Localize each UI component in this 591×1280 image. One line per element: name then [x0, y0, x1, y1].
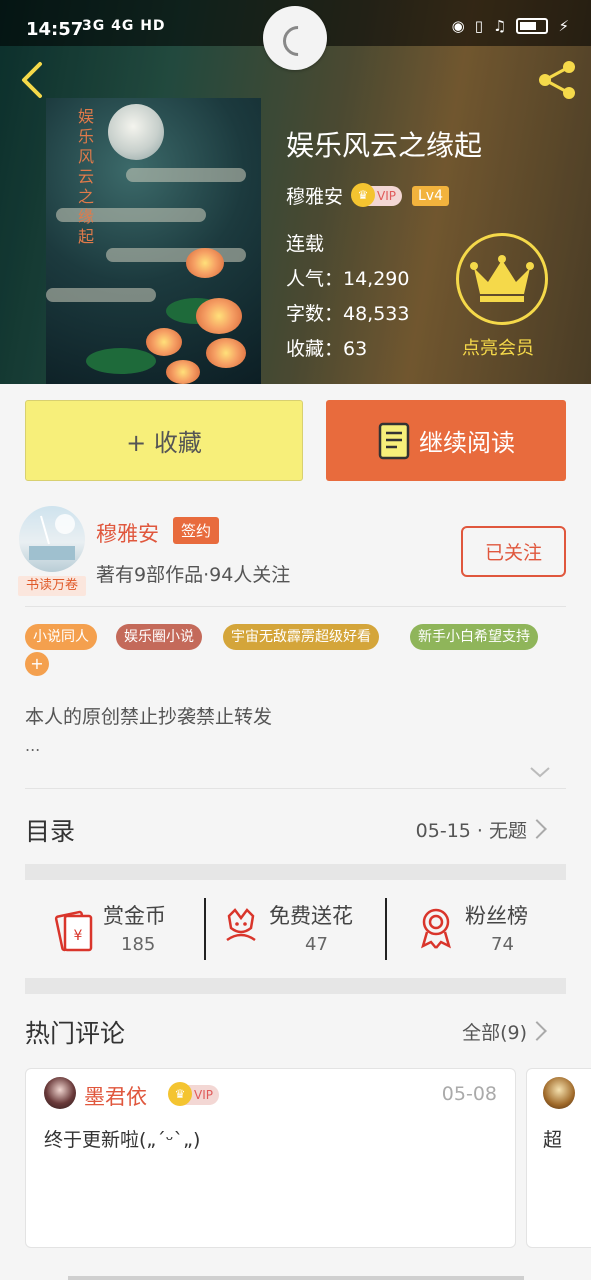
cover-moon [108, 104, 164, 160]
red-envelope-icon: ¥ [54, 910, 93, 952]
level-badge: Lv4 [412, 185, 449, 206]
cover-title-text: 娱乐风云之缘起 [75, 108, 94, 248]
headphone-icon: ♫ [493, 17, 507, 35]
signed-badge: 签约 [173, 517, 220, 544]
book-popularity: 人气：14,290 [286, 268, 410, 290]
charging-icon: ⚡ [558, 17, 569, 35]
book-icon [378, 422, 410, 459]
crown-icon [470, 255, 534, 302]
fan-ranking[interactable]: 粉丝榜 74 [415, 898, 565, 962]
comment-card[interactable]: 超 [526, 1068, 591, 1248]
member-label[interactable]: 点亮会员 [462, 334, 534, 360]
flower-icon [226, 908, 256, 942]
bottom-bar [68, 1276, 524, 1280]
vibrate-icon: ▯ [474, 17, 483, 35]
continue-reading-button[interactable]: 继续阅读 [326, 400, 566, 481]
comment-card[interactable]: 墨君依 ♛ VIP 05-08 终于更新啦(„ˊᵕˋ„) [25, 1068, 516, 1248]
author-meta: 著有9部作品·94人关注 [96, 564, 291, 586]
svg-text:¥: ¥ [74, 928, 83, 944]
action-bar: + 收藏 继续阅读 [0, 384, 591, 500]
chevron-right-icon [527, 819, 547, 839]
crown-icon: ♛ [168, 1082, 192, 1106]
book-word-count: 字数：48,533 [286, 303, 410, 325]
divider [25, 606, 566, 607]
avatar-tag: 书读万卷 [18, 576, 86, 596]
continue-reading-label: 继续阅读 [419, 429, 515, 457]
intro-ellipsis: ... [25, 736, 41, 755]
network-indicator: 3G 4G HD [82, 18, 166, 34]
vip-badge: ♛ VIP [351, 182, 402, 207]
add-favorite-button[interactable]: + 收藏 [25, 400, 303, 481]
stats-row: ¥ 赏金币 185 免费送花 47 粉丝榜 74 [25, 880, 566, 976]
book-cover[interactable]: 娱乐风云之缘起 [46, 98, 261, 384]
book-info: 娱乐风云之缘起 穆雅安 ♛ VIP Lv4 连载 人气：14,290 字数：48… [286, 124, 482, 367]
share-button[interactable] [535, 58, 579, 102]
all-comments-link[interactable]: 全部(9) [462, 1018, 527, 1045]
free-flower[interactable]: 免费送花 47 [221, 898, 381, 962]
status-time: 14:57 [26, 19, 84, 40]
vip-badge: ♛ VIP [168, 1082, 219, 1106]
alarm-icon: ◉ [451, 17, 465, 35]
chevron-left-icon [22, 62, 42, 98]
expand-button[interactable] [528, 762, 552, 782]
book-author[interactable]: 穆雅安 [286, 182, 343, 209]
reward-coins[interactable]: ¥ 赏金币 185 [53, 898, 193, 962]
latest-chapter: 05-15 · 无题 [415, 820, 527, 842]
tag-item[interactable]: 娱乐圈小说 [116, 624, 202, 650]
comment-text: 超 [543, 1129, 563, 1151]
loading-spinner [263, 6, 327, 70]
book-intro: 本人的原创禁止抄袭禁止转发 [25, 706, 273, 728]
book-favorites: 收藏：63 [286, 338, 368, 360]
follow-button[interactable]: 已关注 [461, 526, 566, 577]
catalog-row[interactable]: 目录 05-15 · 无题 [0, 788, 591, 864]
comment-text: 终于更新啦(„ˊᵕˋ„) [44, 1129, 201, 1151]
chevron-down-icon [530, 767, 550, 778]
tag-item[interactable]: 小说同人 [25, 624, 97, 650]
chevron-right-icon [527, 1021, 547, 1041]
comment-date: 05-08 [441, 1083, 497, 1105]
book-title: 娱乐风云之缘起 [286, 129, 483, 162]
tag-item[interactable]: 宇宙无敌霹雳超级好看 [223, 624, 379, 650]
battery-icon [516, 18, 549, 34]
tag-item[interactable]: 新手小白希望支持 [410, 624, 538, 650]
share-icon [539, 61, 575, 99]
add-tag-button[interactable]: + [25, 652, 49, 676]
author-card: 书读万卷 穆雅安 签约 著有9部作品·94人关注 已关注 [0, 500, 591, 606]
comment-user[interactable]: 墨君依 [84, 1081, 147, 1111]
medal-icon [421, 908, 451, 949]
avatar[interactable] [19, 506, 85, 572]
book-status: 连载 [286, 233, 325, 255]
back-button[interactable] [18, 60, 48, 100]
author-name[interactable]: 穆雅安 [96, 518, 159, 548]
avatar[interactable] [543, 1077, 575, 1109]
catalog-title: 目录 [25, 817, 76, 846]
section-divider [25, 864, 566, 880]
avatar[interactable] [44, 1077, 76, 1109]
crown-icon: ♛ [351, 182, 376, 207]
comments-title: 热门评论 [25, 1019, 126, 1048]
member-button[interactable] [456, 233, 548, 325]
